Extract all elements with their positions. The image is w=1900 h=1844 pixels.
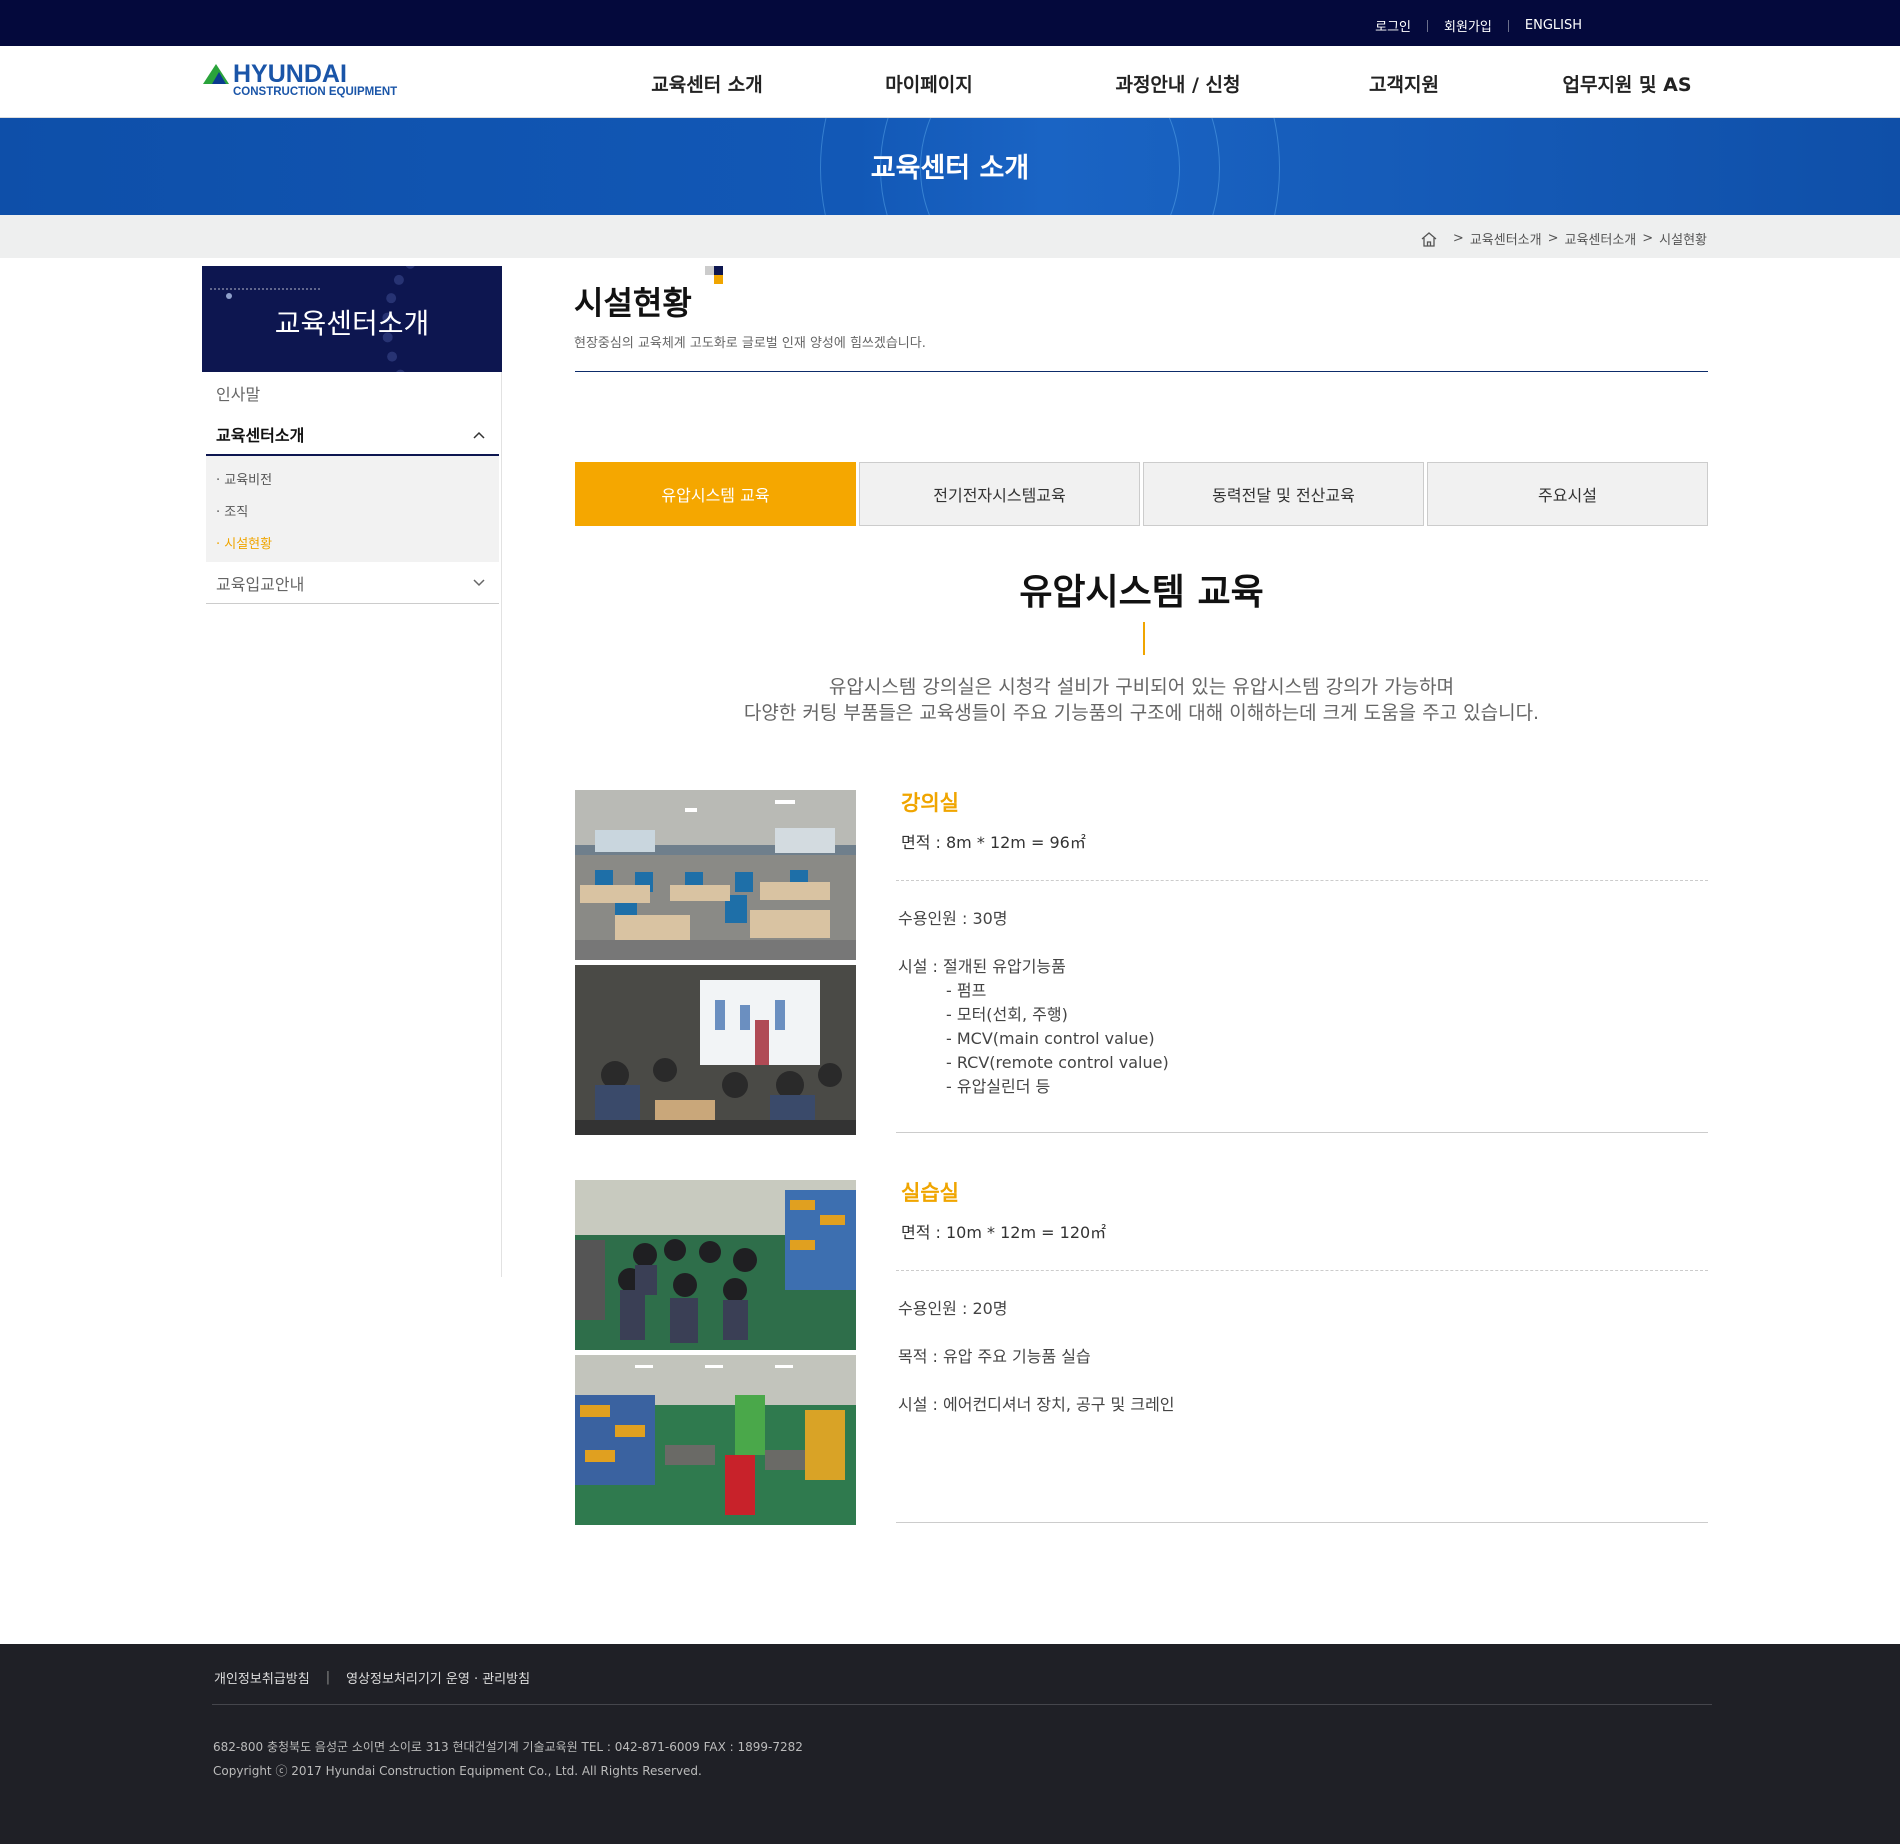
nav-business-as[interactable]: 업무지원 및 AS (1562, 70, 1691, 97)
lecture-room-photo (575, 790, 856, 960)
breadcrumb-bar: > 교육센터소개 > 교육센터소개 > 시설현황 (0, 215, 1900, 258)
footer-divider (212, 1704, 1712, 1705)
site-header: HYUNDAI CONSTRUCTION EQUIPMENT 교육센터 소개 마… (0, 46, 1900, 118)
decorative-dots (210, 288, 320, 290)
divider (1507, 19, 1509, 32)
facility-item: - 모터(선회, 주행) (946, 1005, 1068, 1024)
page-subtitle: 현장중심의 교육체계 고도화로 글로벌 인재 양성에 힘쓰겠습니다. (574, 336, 926, 351)
title-decoration (705, 266, 727, 288)
side-item-greeting[interactable]: 인사말 (206, 372, 499, 414)
side-item-label: 인사말 (216, 385, 261, 404)
nav-courses[interactable]: 과정안내 / 신청 (1115, 70, 1240, 97)
privacy-policy-link[interactable]: 개인정보취급방침 (214, 1668, 310, 1687)
practice-room-equipment-photo (575, 1355, 856, 1525)
side-submenu: · 교육비전 · 조직 · 시설현황 (206, 456, 499, 562)
tab-powertrain[interactable]: 동력전달 및 전산교육 (1143, 462, 1424, 526)
divider: | (325, 1670, 331, 1685)
nav-mypage[interactable]: 마이페이지 (885, 70, 972, 97)
side-item-label: 교육센터소개 (216, 426, 305, 445)
tab-hydraulic[interactable]: 유압시스템 교육 (575, 462, 856, 526)
breadcrumb-item[interactable]: 교육센터소개 (1564, 229, 1636, 248)
tab-main-facilities[interactable]: 주요시설 (1427, 462, 1708, 526)
utility-links: 로그인 회원가입 ENGLISH (1375, 16, 1582, 35)
section-desc-line: 유압시스템 강의실은 시청각 설비가 구비되어 있는 유압시스템 강의가 가능하… (828, 676, 1455, 698)
section-description: 유압시스템 강의실은 시청각 설비가 구비되어 있는 유압시스템 강의가 가능하… (575, 674, 1708, 726)
side-item-label: 교육입교안내 (216, 574, 305, 594)
footer-links: 개인정보취급방침 | 영상정보처리기기 운영 · 관리방침 (214, 1668, 530, 1687)
join-link[interactable]: 회원가입 (1444, 16, 1492, 35)
lecture-session-photo (575, 965, 856, 1135)
main-nav: 교육센터 소개 마이페이지 과정안내 / 신청 고객지원 업무지원 및 AS (0, 46, 1900, 118)
side-subitem-organization[interactable]: · 조직 (206, 494, 499, 526)
facility-tabs: 유압시스템 교육 전기전자시스템교육 동력전달 및 전산교육 주요시설 (575, 462, 1708, 526)
room-area: 면적 : 8m * 12m = 96㎡ (901, 833, 1086, 852)
side-divider (501, 372, 502, 1277)
side-nav-title: 교육센터소개 (274, 307, 430, 340)
room-capacity: 수용인원 : 30명 (898, 909, 1008, 928)
breadcrumb-separator: > (1547, 231, 1559, 246)
room-facility: 시설 : 절개된 유압기능품 (898, 957, 1066, 976)
side-item-admission[interactable]: 교육입교안내 (206, 562, 499, 604)
side-nav-header: 교육센터소개 (202, 266, 502, 372)
room-facility: 시설 : 에어컨디셔너 장치, 공구 및 크레인 (898, 1395, 1175, 1414)
facility-item: - 유압실린더 등 (946, 1077, 1051, 1096)
breadcrumb-separator: > (1452, 231, 1464, 246)
room-area: 면적 : 10m * 12m = 120㎡ (901, 1223, 1107, 1242)
practice-room-photo (575, 1180, 856, 1350)
room-info: 수용인원 : 30명 시설 : 절개된 유압기능품 - 펌프 - 모터(선회, … (898, 907, 1169, 1099)
footer-copyright: Copyright ⓒ 2017 Hyundai Construction Eq… (213, 1764, 702, 1778)
facility-item: - MCV(main control value) (946, 1029, 1155, 1048)
room-capacity: 수용인원 : 20명 (898, 1299, 1008, 1318)
decorative-dot (226, 293, 232, 299)
room-divider (896, 880, 1708, 881)
banner-title: 교육센터 소개 (870, 153, 1030, 184)
site-footer: 개인정보취급방침 | 영상정보처리기기 운영 · 관리방침 682-800 충청… (0, 1644, 1900, 1844)
side-subitem-facilities[interactable]: · 시설현황 (206, 526, 499, 558)
chevron-up-icon (473, 429, 485, 442)
room-name: 강의실 (901, 791, 959, 815)
login-link[interactable]: 로그인 (1375, 16, 1411, 35)
english-link[interactable]: ENGLISH (1525, 18, 1582, 33)
chevron-down-icon (473, 577, 485, 590)
home-icon[interactable] (1421, 231, 1437, 247)
side-item-about[interactable]: 교육센터소개 (206, 414, 499, 456)
room-purpose: 목적 : 유압 주요 기능품 실습 (898, 1347, 1091, 1366)
top-utility-bar: 로그인 회원가입 ENGLISH (0, 0, 1900, 46)
title-divider (575, 371, 1708, 372)
section-desc-line: 다양한 커팅 부품들은 교육생들이 주요 기능품의 구조에 대해 이해하는데 크… (743, 702, 1540, 724)
section-accent-bar (1143, 622, 1145, 655)
cctv-policy-link[interactable]: 영상정보처리기기 운영 · 관리방침 (346, 1668, 530, 1687)
breadcrumb-separator: > (1642, 231, 1654, 246)
room-divider (896, 1270, 1708, 1271)
side-subitem-vision[interactable]: · 교육비전 (206, 462, 499, 494)
nav-about[interactable]: 교육센터 소개 (651, 70, 763, 97)
room-bottom-rule (896, 1132, 1708, 1133)
page-title: 시설현황 (574, 284, 692, 322)
breadcrumb-current: 시설현황 (1659, 233, 1707, 248)
tab-electric[interactable]: 전기전자시스템교육 (859, 462, 1140, 526)
facility-item: - RCV(remote control value) (946, 1053, 1169, 1072)
page-banner: 교육센터 소개 (0, 118, 1900, 215)
footer-address: 682-800 충청북도 음성군 소이면 소이로 313 현대건설기계 기술교육… (213, 1740, 803, 1754)
side-nav: 인사말 교육센터소개 · 교육비전 · 조직 · 시설현황 교육입교안내 (206, 372, 499, 604)
breadcrumb: > 교육센터소개 > 교육센터소개 > 시설현황 (1421, 229, 1707, 248)
breadcrumb-item[interactable]: 교육센터소개 (1470, 229, 1542, 248)
section-title: 유압시스템 교육 (1019, 572, 1264, 613)
room-info: 수용인원 : 20명 목적 : 유압 주요 기능품 실습 시설 : 에어컨디셔너… (898, 1297, 1175, 1417)
nav-support[interactable]: 고객지원 (1369, 70, 1439, 97)
divider (1427, 19, 1429, 32)
room-name: 실습실 (901, 1181, 959, 1205)
facility-item: - 펌프 (946, 981, 987, 1000)
room-bottom-rule (896, 1522, 1708, 1523)
